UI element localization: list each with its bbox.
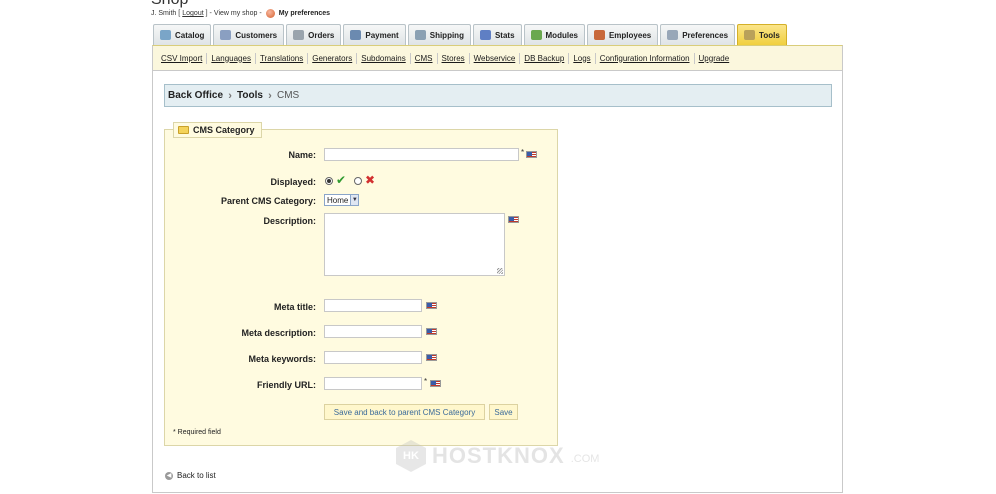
meta-title-label: Meta title: [273,302,316,312]
displayed-no-radio[interactable] [354,177,362,185]
meta-title-input[interactable] [324,299,422,312]
subnav-stores[interactable]: Stores [438,52,470,64]
description-textarea[interactable] [324,213,505,276]
us-flag-icon[interactable] [508,216,519,223]
tab-payment[interactable]: Payment [343,24,406,45]
chevron-right-icon: › [268,89,272,102]
name-label: Name: [288,150,316,160]
subnav-configuration-information[interactable]: Configuration Information [596,52,695,64]
tab-employees[interactable]: Employees [586,24,659,45]
friendly-url-input[interactable] [324,377,422,390]
shop-title: Shop [151,0,188,8]
check-icon: ✔ [336,173,347,187]
friendly-url-label: Friendly URL: [256,380,316,390]
displayed-yes-radio[interactable] [325,177,333,185]
subnav-upgrade[interactable]: Upgrade [695,53,734,64]
resize-handle-icon[interactable] [497,268,503,274]
subnav-webservice[interactable]: Webservice [470,52,521,64]
breadcrumb: Back Office › Tools › CMS [164,84,832,107]
user-name: J. Smith [151,10,177,17]
tab-catalog[interactable]: Catalog [153,24,212,45]
subnav-cms[interactable]: CMS [411,52,438,64]
subnav-generators[interactable]: Generators [308,52,358,64]
us-flag-icon[interactable] [426,302,437,309]
required-field-note: * Required field [173,429,221,436]
meta-keywords-input[interactable] [324,351,422,364]
displayed-label: Displayed: [270,177,316,187]
meta-keywords-label: Meta keywords: [248,354,316,364]
us-flag-icon[interactable] [526,151,537,158]
save-and-back-button[interactable]: Save and back to parent CMS Category [324,404,485,420]
breadcrumb-current: CMS [276,90,300,101]
my-preferences-link[interactable]: My preferences [279,10,330,17]
user-bar: J. Smith [Logout] - View my shop - My pr… [151,9,331,18]
modules-icon [530,30,542,40]
tab-orders[interactable]: Orders [286,24,342,45]
tab-tools[interactable]: Tools [737,24,787,45]
watermark-domain: .COM [570,453,600,465]
meta-description-label: Meta description: [241,328,316,338]
breadcrumb-back-office[interactable]: Back Office [168,90,223,101]
watermark-logo: HK [396,440,426,472]
breadcrumb-tools[interactable]: Tools [237,90,263,101]
view-shop-link[interactable]: View my shop [214,10,257,17]
watermark-text: HOSTKNOX [432,443,565,468]
name-input[interactable] [324,148,519,161]
subnav-csv-import[interactable]: CSV Import [157,52,208,64]
cms-category-form [164,129,558,446]
preferences-tab-icon [667,30,679,40]
us-flag-icon[interactable] [430,380,441,387]
stats-icon [479,30,491,40]
orders-icon [293,30,305,40]
payment-icon [350,30,362,40]
save-button[interactable]: Save [489,404,518,420]
subnav-logs[interactable]: Logs [569,52,596,64]
subnav-subdomains[interactable]: Subdomains [357,52,411,64]
tab-stats[interactable]: Stats [472,24,522,45]
tab-preferences[interactable]: Preferences [660,24,736,45]
us-flag-icon[interactable] [426,354,437,361]
parent-category-label: Parent CMS Category: [220,196,316,206]
subnav-translations[interactable]: Translations [256,52,309,64]
back-to-list-link[interactable]: ◀ Back to list [165,471,216,480]
watermark: HK HOSTKNOX .COM [396,440,599,472]
folder-icon [178,126,189,134]
shipping-icon [414,30,426,40]
description-label: Description: [263,216,316,226]
tab-modules[interactable]: Modules [523,24,585,45]
preferences-icon [265,9,275,18]
tools-subnav: CSV Import Languages Translations Genera… [152,45,843,71]
main-tabs: Catalog Customers Orders Payment Shippin… [153,24,787,45]
required-marker: * [424,377,428,386]
cross-icon: ✖ [365,173,376,187]
subnav-db-backup[interactable]: DB Backup [520,52,570,64]
form-legend: CMS Category [173,122,262,138]
parent-category-select[interactable]: Home ▼ [324,194,360,206]
tab-shipping[interactable]: Shipping [407,24,471,45]
subnav-languages[interactable]: Languages [207,52,256,64]
tools-icon [744,30,756,40]
chevron-down-icon: ▼ [350,195,359,205]
required-marker: * [521,148,525,157]
catalog-icon [160,30,171,40]
tab-customers[interactable]: Customers [213,24,285,45]
logout-link[interactable]: Logout [182,10,203,17]
customers-icon [220,30,232,40]
meta-description-input[interactable] [324,325,422,338]
employees-icon [593,30,605,40]
back-arrow-icon: ◀ [165,471,173,480]
us-flag-icon[interactable] [426,328,437,335]
chevron-right-icon: › [228,89,232,102]
